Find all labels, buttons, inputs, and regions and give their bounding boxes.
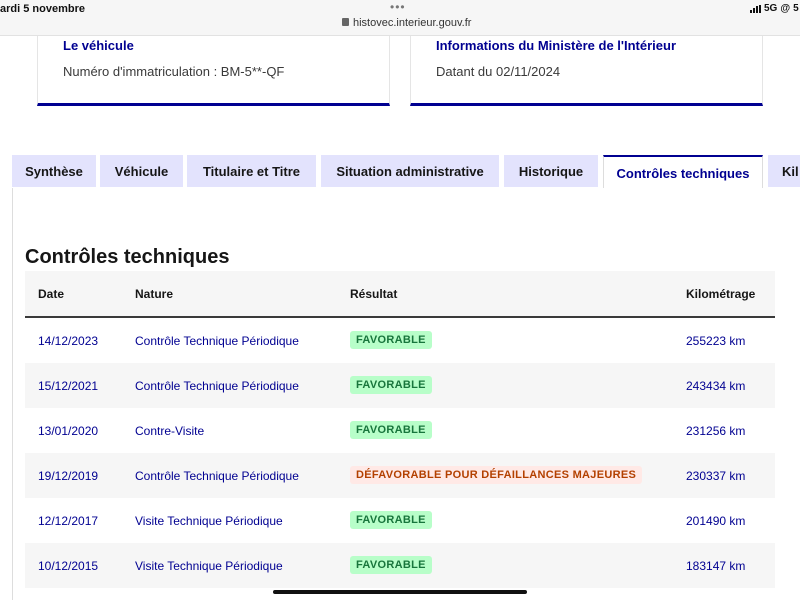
row-nature: Contrôle Technique Périodique xyxy=(135,379,299,393)
row-nature: Contre-Visite xyxy=(135,424,205,438)
row-nature: Contrôle Technique Périodique xyxy=(135,469,299,483)
tab-synthese[interactable]: Synthèse xyxy=(12,155,96,187)
table-body: 14/12/2023 Contrôle Technique Périodique… xyxy=(25,318,775,588)
row-mileage: 201490 km xyxy=(686,514,746,528)
section-title: Contrôles techniques xyxy=(25,246,230,268)
row-mileage: 231256 km xyxy=(686,424,746,438)
table-row: 15/12/2021 Contrôle Technique Périodique… xyxy=(25,363,775,408)
signal-icon xyxy=(750,4,761,13)
vehicle-card-title: Le véhicule xyxy=(63,38,134,53)
more-dots-icon[interactable]: ••• xyxy=(390,0,406,14)
ministry-info-card: Informations du Ministère de l'Intérieur… xyxy=(410,36,763,106)
row-date: 15/12/2021 xyxy=(38,379,99,393)
technical-inspections-table: Date Nature Résultat Kilométrage 14/12/2… xyxy=(25,271,775,588)
tab-kilometrage[interactable]: Kil xyxy=(768,155,800,187)
tab-situation-administrative[interactable]: Situation administrative xyxy=(321,155,499,187)
header-result: Résultat xyxy=(350,287,398,301)
ministry-card-title: Informations du Ministère de l'Intérieur xyxy=(436,38,677,53)
row-date: 13/01/2020 xyxy=(38,424,99,438)
tab-titulaire[interactable]: Titulaire et Titre xyxy=(187,155,316,187)
row-date: 19/12/2019 xyxy=(38,469,99,483)
row-nature: Visite Technique Périodique xyxy=(135,514,283,528)
row-date: 12/12/2017 xyxy=(38,514,99,528)
table-row: 13/01/2020 Contre-Visite FAVORABLE 23125… xyxy=(25,408,775,453)
table-header: Date Nature Résultat Kilométrage xyxy=(25,271,775,318)
result-badge: FAVORABLE xyxy=(350,511,432,529)
header-mileage: Kilométrage xyxy=(686,287,756,301)
row-date: 10/12/2015 xyxy=(38,559,99,573)
tab-controles-techniques[interactable]: Contrôles techniques xyxy=(603,155,763,188)
status-date: ardi 5 novembre xyxy=(0,3,85,15)
status-extra-icon: @ xyxy=(780,3,791,14)
browser-status-bar: ardi 5 novembre ••• histovec.interieur.g… xyxy=(0,0,800,36)
row-nature: Visite Technique Périodique xyxy=(135,559,283,573)
result-badge: FAVORABLE xyxy=(350,556,432,574)
row-nature: Contrôle Technique Périodique xyxy=(135,334,299,348)
tab-vehicule[interactable]: Véhicule xyxy=(100,155,183,187)
data-date: Datant du 02/11/2024 xyxy=(436,64,561,79)
result-badge-unfavorable: DÉFAVORABLE POUR DÉFAILLANCES MAJEURES xyxy=(350,466,643,484)
vehicle-card: Le véhicule Numéro d'immatriculation : B… xyxy=(37,36,390,106)
table-row: 14/12/2023 Contrôle Technique Périodique… xyxy=(25,318,775,363)
header-date: Date xyxy=(38,287,65,301)
result-badge: FAVORABLE xyxy=(350,376,432,394)
battery-label: 5 xyxy=(793,3,799,14)
lock-icon xyxy=(342,18,349,26)
row-mileage: 183147 km xyxy=(686,559,746,573)
row-mileage: 255223 km xyxy=(686,334,746,348)
table-row: 10/12/2015 Visite Technique Périodique F… xyxy=(25,543,775,588)
status-indicators: 5G @ 5 xyxy=(750,3,799,14)
row-mileage: 243434 km xyxy=(686,379,746,393)
home-indicator[interactable] xyxy=(273,590,527,594)
result-badge: FAVORABLE xyxy=(350,331,432,349)
tab-list: Synthèse Véhicule Titulaire et Titre Sit… xyxy=(0,155,800,188)
address-url: histovec.interieur.gouv.fr xyxy=(353,17,472,29)
tab-historique[interactable]: Historique xyxy=(504,155,598,187)
row-date: 14/12/2023 xyxy=(38,334,99,348)
network-label: 5G xyxy=(764,3,778,14)
address-bar[interactable]: histovec.interieur.gouv.fr xyxy=(342,17,471,29)
result-badge: FAVORABLE xyxy=(350,421,432,439)
header-nature: Nature xyxy=(135,287,174,301)
table-row: 19/12/2019 Contrôle Technique Périodique… xyxy=(25,453,775,498)
table-row: 12/12/2017 Visite Technique Périodique F… xyxy=(25,498,775,543)
row-mileage: 230337 km xyxy=(686,469,746,483)
registration-number: Numéro d'immatriculation : BM-5**-QF xyxy=(63,64,285,79)
